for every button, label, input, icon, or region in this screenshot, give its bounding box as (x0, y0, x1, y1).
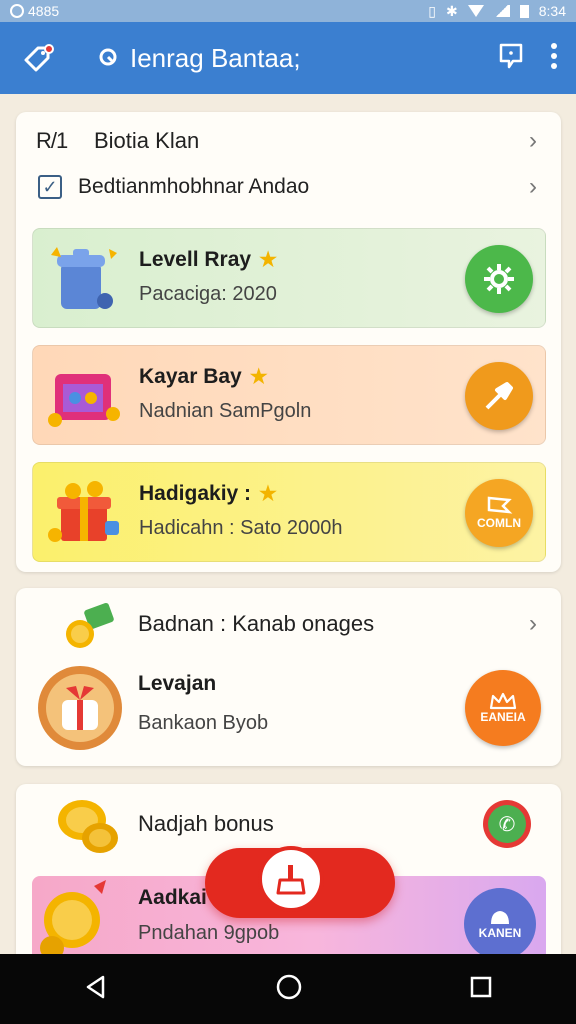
bonus-action-button[interactable]: KANEN (464, 888, 536, 960)
message-icon (499, 43, 523, 68)
system-nav-bar (0, 954, 576, 1024)
bonus-item-title: Aadkai (138, 886, 207, 909)
treasure-box-illustration (48, 374, 120, 427)
bell-icon (491, 911, 509, 924)
list-row-prefix: R/1 (36, 128, 68, 153)
feature-card-level[interactable]: Levell Rray ★ Pacaciga: 2020 (32, 228, 546, 328)
call-button[interactable]: ✆ (483, 800, 531, 848)
list-row-label: Biotia Klan (94, 128, 200, 153)
crown-icon (489, 692, 517, 710)
trash-bin-illustration (51, 247, 117, 309)
broom-icon (276, 865, 306, 895)
nav-back-button[interactable] (83, 974, 109, 1005)
wrench-icon (485, 382, 513, 410)
coins-cash-icon (66, 603, 114, 648)
star-icon: ★ (259, 483, 277, 505)
notification-icon (10, 4, 24, 18)
wifi-icon: ✱ (446, 2, 458, 19)
rewards-card: Badnan : Kanab onages › Levajan Bankaon … (16, 588, 561, 766)
rewards-header: Badnan : Kanab onages (138, 611, 375, 636)
status-left-text: 4885 (28, 3, 60, 19)
rewards-item-subtitle: Bankaon Byob (138, 712, 269, 734)
tag-button[interactable] (18, 38, 58, 78)
back-triangle-icon (86, 975, 105, 998)
list-row-header[interactable]: R/1 Biotia Klan › (16, 118, 561, 164)
recents-square-icon (470, 976, 492, 997)
feature-title: Hadigakiy : (139, 481, 252, 505)
chevron-right-icon: › (529, 173, 537, 200)
list-row-label: Bedtianmhobhnar Andao (78, 175, 310, 198)
rewards-action-button[interactable]: EANEIA (465, 670, 541, 746)
feature-subtitle: Hadicahn : Sato 2000h (139, 517, 343, 539)
tool-action-button[interactable] (465, 362, 533, 430)
feature-subtitle: Nadnian SamPgoln (139, 400, 312, 422)
gift-box-illustration (48, 481, 119, 542)
cell-bars-icon (493, 5, 510, 17)
feature-title: Kayar Bay (139, 364, 242, 388)
search-icon (99, 48, 117, 66)
message-button[interactable] (498, 42, 524, 75)
app-bar: Ienrag Bantaa; (0, 22, 576, 94)
settings-action-button[interactable] (465, 245, 533, 313)
nav-recents-button[interactable] (469, 975, 493, 1004)
rewards-header-row[interactable]: Badnan : Kanab onages › (16, 596, 561, 652)
page-title: Ienrag Bantaa; (130, 42, 301, 73)
coins-icon (58, 800, 118, 853)
vibrate-icon: ▯ (428, 2, 437, 19)
bonus-header: Nadjah bonus (138, 811, 274, 836)
clean-fab-button[interactable] (258, 846, 324, 912)
home-circle-icon (276, 974, 302, 999)
rewards-item-row[interactable]: Levajan Bankaon Byob EANEIA (16, 664, 561, 754)
list-row-checkbox[interactable]: ✓ Bedtianmhobhnar Andao › (16, 164, 561, 210)
feature-subtitle: Pacaciga: 2020 (139, 283, 277, 305)
checkbox-icon[interactable]: ✓ (38, 175, 62, 199)
chevron-right-icon: › (529, 610, 537, 637)
action-label: COMLN (477, 516, 521, 530)
signal-icon (467, 5, 484, 17)
more-menu-button[interactable] (550, 42, 558, 75)
status-time: 8:34 (538, 3, 566, 19)
claim-action-button[interactable]: COMLN (465, 479, 533, 547)
feature-card-kayar[interactable]: Kayar Bay ★ Nadnian SamPgoln (32, 345, 546, 445)
feature-title: Levell Rray (139, 247, 252, 271)
action-label: EANEIA (480, 710, 526, 724)
action-label: KANEN (478, 926, 522, 940)
feature-card-hadigakiy[interactable]: Hadigakiy : ★ Hadicahn : Sato 2000h COMLN (32, 462, 546, 562)
notification-badge (44, 44, 54, 54)
rewards-item-title: Levajan (138, 672, 217, 695)
battery-icon (519, 4, 529, 18)
more-vert-icon (551, 42, 557, 69)
status-bar: 4885 ▯ ✱ 8:34 (0, 0, 576, 22)
star-icon: ★ (259, 249, 278, 271)
nav-home-button[interactable] (275, 973, 303, 1006)
feature-list-card: R/1 Biotia Klan › ✓ Bedtianmhobhnar Anda… (16, 112, 561, 572)
flag-icon (487, 496, 513, 514)
coin-medal-icon (40, 880, 106, 960)
gear-icon (484, 264, 514, 294)
chevron-right-icon: › (529, 127, 537, 154)
star-icon: ★ (249, 366, 268, 388)
gift-badge-icon (38, 666, 122, 750)
phone-icon: ✆ (488, 805, 526, 843)
bonus-item-subtitle: Pndahan 9gpob (138, 922, 280, 944)
